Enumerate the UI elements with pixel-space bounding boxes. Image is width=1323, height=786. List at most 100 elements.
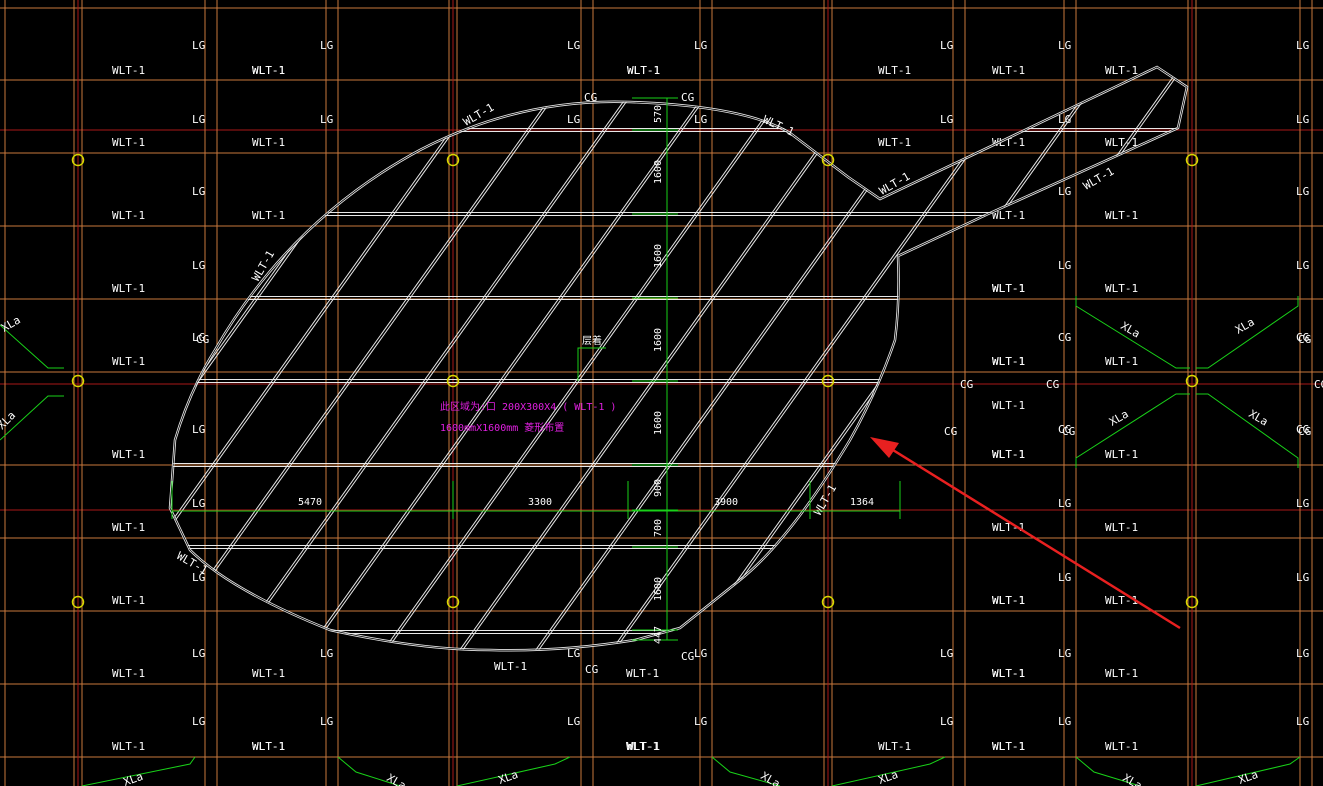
block-label: WLT-1: [252, 136, 285, 149]
block-label: CG: [944, 425, 957, 438]
block-label: LG: [940, 647, 953, 660]
block-label: LG: [694, 113, 707, 126]
block-label: WLT-1: [992, 355, 1025, 368]
block-label: WLT-1: [992, 667, 1025, 680]
block-label: WLT-1: [1105, 594, 1138, 607]
block-label: LG: [567, 113, 580, 126]
block-label: CG: [1046, 378, 1059, 391]
block-label: WLT-1: [1105, 667, 1138, 680]
block-label: LG: [192, 39, 205, 52]
dimension-text: 447: [653, 626, 664, 644]
block-label: WLT-1: [112, 136, 145, 149]
dimension-text: 3300: [528, 497, 552, 508]
block-label: LG: [1296, 715, 1309, 728]
block-label: LG: [694, 647, 707, 660]
block-label: WLT-1: [992, 594, 1025, 607]
block-label: LG: [1296, 259, 1309, 272]
dimension-text: 1600: [653, 577, 664, 601]
block-label: WLT-1: [992, 740, 1025, 753]
dimension-text: 1600: [653, 411, 664, 435]
dimension-text: 5470: [298, 497, 322, 508]
block-label: CG: [960, 378, 973, 391]
block-label: WLT-1: [992, 64, 1025, 77]
block-label: CG: [681, 650, 694, 663]
block-label: WLT-1: [878, 740, 911, 753]
block-label: LG: [694, 39, 707, 52]
block-label: WLT-1: [1105, 448, 1138, 461]
dimension-text: 3900: [714, 497, 738, 508]
block-label: WLT-1: [112, 740, 145, 753]
block-label: LG: [192, 715, 205, 728]
block-label: WLT-1: [252, 667, 285, 680]
block-label: LG: [1058, 39, 1071, 52]
block-label: CG: [196, 333, 209, 346]
block-label: WLT-1: [112, 355, 145, 368]
block-label: WLT-1: [252, 64, 285, 77]
block-label: WLT-1: [878, 64, 911, 77]
block-label: LG: [1296, 571, 1309, 584]
block-label: LG: [192, 185, 205, 198]
block-label: LG: [1058, 647, 1071, 660]
block-label: WLT-1: [112, 521, 145, 534]
block-label: LG: [320, 647, 333, 660]
block-label: LG: [1058, 571, 1071, 584]
block-label: LG: [940, 715, 953, 728]
block-label: LG: [192, 259, 205, 272]
block-label: WLT-1: [626, 740, 659, 753]
dimension-text: 570: [653, 105, 664, 123]
block-label: LG: [192, 113, 205, 126]
dimension-text: 700: [653, 519, 664, 537]
block-label: WLT-1: [112, 209, 145, 222]
block-label: WLT-1: [992, 282, 1025, 295]
block-label: LG: [1058, 185, 1071, 198]
block-label: LG: [567, 715, 580, 728]
block-label: LG: [192, 497, 205, 510]
block-label: WLT-1: [1105, 740, 1138, 753]
block-label: CG: [585, 663, 598, 676]
block-label: CG: [681, 91, 694, 104]
block-label: WLT-1: [626, 667, 659, 680]
block-label: WLT-1: [252, 740, 285, 753]
dimension-text: 1600: [653, 160, 664, 184]
block-label: LG: [567, 39, 580, 52]
block-label: WLT-1: [627, 64, 660, 77]
block-label: WLT-1: [1105, 282, 1138, 295]
block-label: WLT-1: [1105, 64, 1138, 77]
annotation-line-2: 1600mmX1600mm 菱形布置: [440, 422, 564, 434]
dimension-text: 1364: [850, 497, 874, 508]
block-label: LG: [1296, 39, 1309, 52]
paddle-wall-label: WLT-1: [494, 660, 527, 673]
block-label: LG: [192, 647, 205, 660]
cad-drawing-canvas: LG LG LG LG LG LG LG LG LG LG LG LG LG LG LG LG LG LG LG LG…: [0, 0, 1323, 786]
block-label: LG: [1296, 497, 1309, 510]
block-label: WLT-1: [112, 282, 145, 295]
block-label: LG: [1058, 259, 1071, 272]
block-label: WLT-1: [878, 136, 911, 149]
block-label: LG: [694, 715, 707, 728]
block-label: LG: [940, 39, 953, 52]
block-label: WLT-1: [1105, 521, 1138, 534]
block-label: CG: [1058, 331, 1071, 344]
block-label: CG: [1314, 378, 1323, 391]
block-label: LG: [320, 39, 333, 52]
block-label: LG: [320, 113, 333, 126]
block-label: WLT-1: [1105, 355, 1138, 368]
block-label: WLT-1: [112, 64, 145, 77]
block-label: WLT-1: [112, 594, 145, 607]
block-label: WLT-1: [1105, 209, 1138, 222]
marker-label: 层着: [582, 334, 602, 347]
block-label: LG: [1296, 113, 1309, 126]
block-label: LG: [1296, 185, 1309, 198]
block-label: WLT-1: [252, 209, 285, 222]
block-label: WLT-1: [992, 399, 1025, 412]
dimension-text: 1600: [653, 244, 664, 268]
dimension-text: 1600: [653, 328, 664, 352]
block-label: LG: [1058, 715, 1071, 728]
block-label: CG: [1298, 425, 1311, 438]
block-label: LG: [192, 423, 205, 436]
block-label: CG: [1298, 333, 1311, 346]
block-label: CG: [1062, 425, 1075, 438]
block-label: WLT-1: [992, 448, 1025, 461]
block-label: LG: [320, 715, 333, 728]
annotation-line-1: 此区域为:口 200X300X4 ( WLT-1 ): [440, 400, 616, 413]
